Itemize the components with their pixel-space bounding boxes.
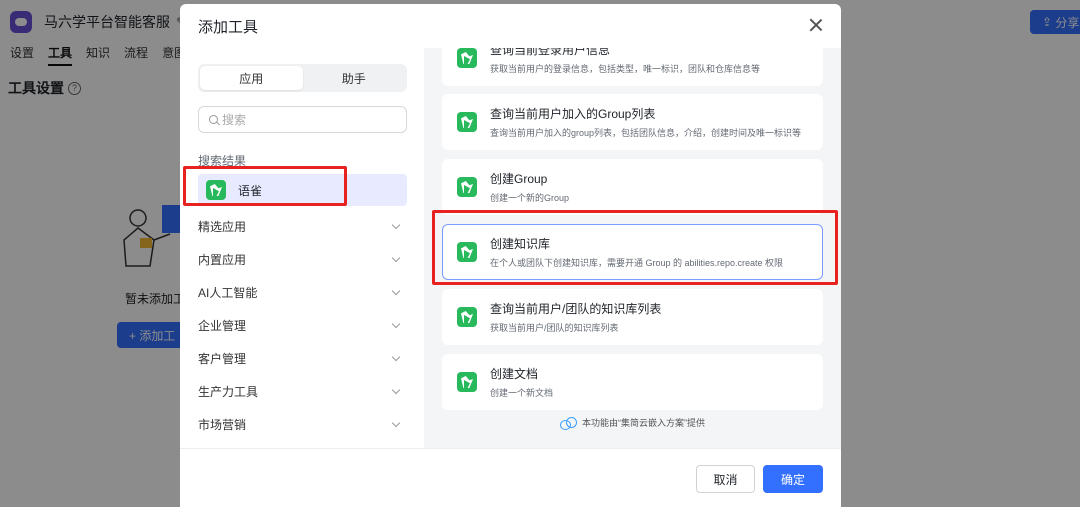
cancel-button[interactable]: 取消	[696, 465, 755, 493]
category-marketing[interactable]: 市场营销	[198, 408, 407, 441]
tool-card[interactable]: 查询当前用户/团队的知识库列表获取当前用户/团队的知识库列表	[442, 289, 823, 345]
tool-desc: 创建一个新的Group	[490, 193, 570, 203]
search-icon	[209, 115, 218, 124]
tool-title: 查询当前用户加入的Group列表	[490, 107, 656, 121]
tool-card[interactable]: 查询当前用户加入的Group列表查询当前用户加入的group列表，包括团队信息，…	[442, 94, 823, 150]
tool-card[interactable]: 创建Group 创建一个新的Group	[442, 159, 823, 215]
close-icon[interactable]	[807, 16, 825, 34]
tool-title: 查询当前登录用户信息	[490, 48, 611, 57]
cloud-icon	[560, 417, 577, 430]
category-featured[interactable]: 精选应用	[198, 210, 407, 243]
category-crm[interactable]: 客户管理	[198, 342, 407, 375]
tool-desc: 获取当前用户/团队的知识库列表	[490, 323, 619, 333]
search-box[interactable]	[198, 106, 407, 133]
chevron-down-icon	[391, 352, 401, 362]
tool-card[interactable]: 创建文档创建一个新文档	[442, 354, 823, 410]
chevron-down-icon	[391, 220, 401, 230]
modal-title: 添加工具	[198, 18, 259, 36]
yuque-icon	[457, 372, 477, 392]
chevron-down-icon	[391, 253, 401, 263]
segment-assistants[interactable]: 助手	[303, 66, 406, 90]
tool-title: 查询当前用户/团队的知识库列表	[490, 302, 662, 316]
tool-card[interactable]: 查询当前登录用户信息获取当前用户的登录信息，包括类型，唯一标识，团队和仓库信息等	[442, 48, 823, 86]
confirm-button[interactable]: 确定	[763, 465, 823, 493]
category-builtin[interactable]: 内置应用	[198, 243, 407, 276]
modal-footer: 取消 确定	[180, 448, 841, 507]
segment-apps[interactable]: 应用	[200, 66, 303, 90]
provider-note: 本功能由“集简云嵌入方案”提供	[424, 416, 841, 430]
chevron-down-icon	[391, 385, 401, 395]
chevron-down-icon	[391, 286, 401, 296]
category-list: 精选应用 内置应用 AI人工智能 企业管理 客户管理 生产力工具 市场营销	[198, 210, 407, 441]
chevron-down-icon	[391, 319, 401, 329]
modal-header: 添加工具	[180, 4, 841, 48]
segment-control: 应用 助手	[198, 64, 407, 92]
search-input[interactable]	[222, 112, 382, 127]
tool-desc: 创建一个新文档	[490, 388, 554, 398]
category-productivity[interactable]: 生产力工具	[198, 375, 407, 408]
yuque-icon	[457, 177, 477, 197]
category-ai[interactable]: AI人工智能	[198, 276, 407, 309]
tool-title: 创建文档	[490, 367, 539, 381]
annotation-highlight-yuque	[183, 166, 347, 206]
modal-left-panel: 应用 助手 搜索结果 语雀 精选应用 内置应用 AI人工智能 企业管理 客户管理…	[180, 48, 424, 448]
yuque-icon	[457, 307, 477, 327]
tool-title: 创建Group	[490, 172, 548, 186]
provider-text: 本功能由“集简云嵌入方案”提供	[582, 418, 705, 428]
chevron-down-icon	[391, 418, 401, 428]
yuque-icon	[457, 48, 477, 68]
yuque-icon	[457, 112, 477, 132]
category-enterprise[interactable]: 企业管理	[198, 309, 407, 342]
tool-desc: 获取当前用户的登录信息，包括类型，唯一标识，团队和仓库信息等	[490, 64, 761, 74]
annotation-highlight-create-repo	[432, 210, 838, 285]
tool-desc: 查询当前用户加入的group列表，包括团队信息，介绍，创建时间及唯一标识等	[490, 128, 802, 138]
